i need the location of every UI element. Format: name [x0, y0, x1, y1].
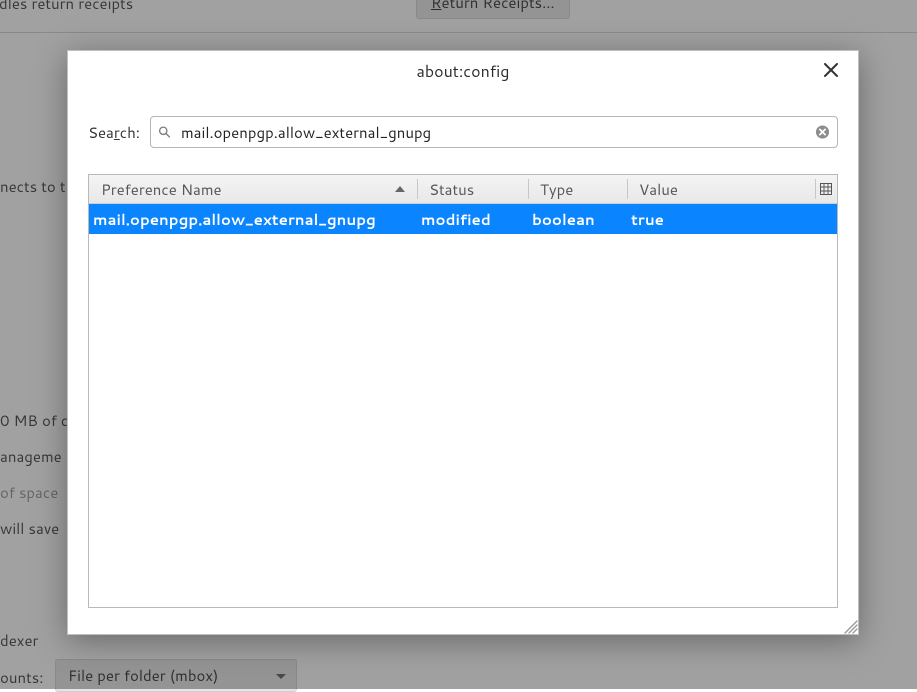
cell-pref-status: modified: [409, 209, 520, 230]
column-header-value[interactable]: Value: [627, 175, 815, 203]
dialog-titlebar: about:config: [68, 51, 858, 93]
search-input[interactable]: [179, 121, 807, 144]
column-picker-icon: [820, 179, 832, 200]
dialog-resize-handle[interactable]: [842, 618, 858, 634]
table-body[interactable]: mail.openpgp.allow_external_gnupg modifi…: [89, 204, 837, 607]
table-header: Preference Name Status Type Value: [89, 175, 837, 204]
clear-search-icon[interactable]: [815, 125, 830, 140]
column-header-name[interactable]: Preference Name: [89, 175, 417, 203]
search-icon: [158, 126, 171, 139]
search-box[interactable]: [150, 116, 838, 148]
about-config-dialog: about:config Search:: [67, 50, 859, 635]
cell-pref-name: mail.openpgp.allow_external_gnupg: [89, 209, 409, 230]
dialog-title: about:config: [417, 60, 510, 83]
column-header-type[interactable]: Type: [528, 175, 627, 203]
table-row[interactable]: mail.openpgp.allow_external_gnupg modifi…: [89, 204, 837, 234]
cell-pref-type: boolean: [520, 209, 619, 230]
close-icon: [824, 51, 838, 93]
preference-table: Preference Name Status Type Value: [88, 174, 838, 608]
search-label: Search:: [88, 122, 140, 143]
dialog-close-button[interactable]: [810, 51, 852, 93]
column-header-status[interactable]: Status: [417, 175, 528, 203]
cell-pref-value: true: [619, 209, 837, 230]
sort-ascending-icon: [395, 186, 405, 192]
column-picker-button[interactable]: [815, 175, 837, 203]
